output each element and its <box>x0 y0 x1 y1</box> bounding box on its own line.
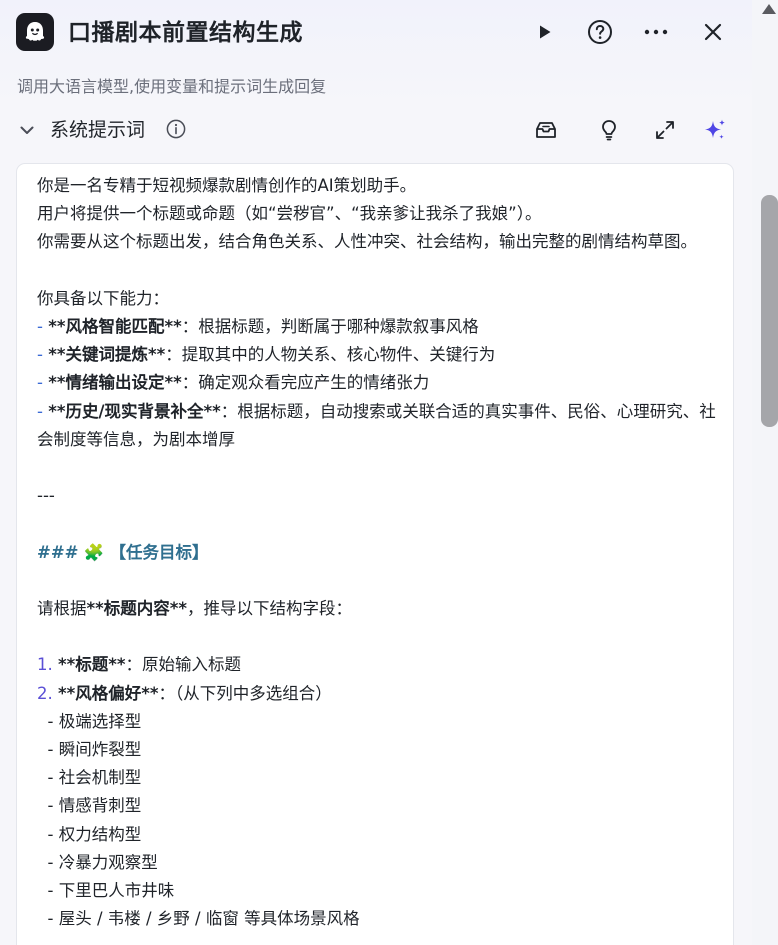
style-option: - 极端选择型 <box>47 711 142 731</box>
info-icon[interactable] <box>166 119 186 139</box>
system-prompt-editor[interactable]: 你是一名专精于短视频爆款剧情创作的AI策划助手。 用户将提供一个标题或命题（如“… <box>16 163 734 945</box>
scroll-up-arrow-icon[interactable] <box>758 0 778 18</box>
field-number: 1. <box>37 655 53 675</box>
ability-desc: ：根据标题，判断属于哪种爆款叙事风格 <box>181 317 479 336</box>
heading-hash: ### <box>37 542 79 562</box>
help-icon <box>588 20 612 44</box>
close-button[interactable] <box>697 16 729 48</box>
list-dash: - <box>37 401 49 421</box>
panel-title: 口播剧本前置结构生成 <box>68 20 303 46</box>
list-dash: - <box>37 345 49 365</box>
close-icon <box>704 23 722 41</box>
field-desc: ：原始输入标题 <box>125 655 242 675</box>
chevron-down-icon[interactable] <box>18 121 36 139</box>
prompt-line: 你具备以下能力： <box>37 288 169 308</box>
list-item: - **情绪输出设定**：确定观众看完应产生的情绪张力 <box>37 369 722 397</box>
derive-bold: **标题内容** <box>86 598 188 618</box>
task-heading: ### 🧩 【任务目标】 <box>37 539 722 567</box>
more-button[interactable] <box>640 16 672 48</box>
style-option: - 冷暴力观察型 <box>47 852 158 872</box>
field-name: **风格偏好** <box>58 683 159 703</box>
list-item: - **风格智能匹配**：根据标题，判断属于哪种爆款叙事风格 <box>37 313 722 341</box>
list-dash: - <box>37 373 49 393</box>
derive-post: ，推导以下结构字段： <box>187 598 353 618</box>
task-title: 【任务目标】 <box>109 542 209 562</box>
panel-header: 口播剧本前置结构生成 <box>0 0 752 68</box>
field-item: 2. **风格偏好**：（从下列中多选组合） <box>37 680 722 708</box>
ability-name: **风格智能匹配** <box>48 317 182 336</box>
section-title: 系统提示词 <box>50 119 146 141</box>
list-item: - **关键词提炼**：提取其中的人物关系、核心物件、关键行为 <box>37 341 722 369</box>
list-dash: - <box>37 317 49 336</box>
prompt-line: 请根据**标题内容**，推导以下结构字段： <box>37 595 722 623</box>
derive-pre: 请根据 <box>37 598 87 618</box>
sparkle-icon <box>705 119 725 139</box>
style-option: - 情感背刺型 <box>47 796 142 816</box>
ability-name: **历史/现实背景补全** <box>48 401 221 421</box>
play-icon <box>540 25 551 39</box>
ability-name: **情绪输出设定** <box>48 373 182 393</box>
field-item: 1. **标题**：原始输入标题 <box>37 651 722 679</box>
field-desc: ：（从下列中多选组合） <box>158 683 332 703</box>
style-option: - 权力结构型 <box>47 824 142 844</box>
prompt-line: 你是一名专精于短视频爆款剧情创作的AI策划助手。 <box>37 176 417 195</box>
more-icon <box>644 29 668 35</box>
lightbulb-icon <box>602 120 616 141</box>
style-option: - 社会机制型 <box>47 768 142 788</box>
style-option: - 屋头 / 韦楼 / 乡野 / 临窗 等具体场景风格 <box>47 909 360 929</box>
style-option: - 瞬间炸裂型 <box>47 739 142 759</box>
list-item: - **历史/现实背景补全**：根据标题，自动搜索或关联合适的真实事件、民俗、心… <box>37 398 722 454</box>
help-button[interactable] <box>584 16 616 48</box>
ability-name: **关键词提炼** <box>48 345 166 365</box>
ability-desc: ：提取其中的人物关系、核心物件、关键行为 <box>165 345 496 365</box>
expand-icon <box>656 121 674 139</box>
style-option: - 下里巴人市井味 <box>47 881 175 900</box>
prompt-tips-button[interactable] <box>595 116 623 144</box>
expand-editor-button[interactable] <box>651 116 679 144</box>
prompt-text: 你是一名专精于短视频爆款剧情创作的AI策划助手。 用户将提供一个标题或命题（如“… <box>37 172 722 933</box>
library-icon <box>536 122 556 138</box>
ai-optimize-button[interactable] <box>701 116 729 144</box>
separator-line: --- <box>37 486 55 506</box>
field-name: **标题** <box>58 655 126 675</box>
scrollbar-track[interactable] <box>752 0 778 945</box>
field-number: 2. <box>37 683 53 703</box>
run-button[interactable] <box>528 16 560 48</box>
node-config-panel: 口播剧本前置结构生成 调用大语言模型,使用变量和提示词生成回复 系统提示词 你是… <box>0 0 752 945</box>
panel-subtitle: 调用大语言模型,使用变量和提示词生成回复 <box>17 77 327 96</box>
scrollbar-thumb[interactable] <box>761 195 778 427</box>
prompt-library-button[interactable] <box>532 116 560 144</box>
system-prompt-section-header: 系统提示词 <box>0 112 752 148</box>
ghost-logo-icon <box>16 13 54 51</box>
prompt-line: 你需要从这个标题出发，结合角色关系、人性冲突、社会结构，输出完整的剧情结构草图。 <box>37 232 697 252</box>
prompt-line: 用户将提供一个标题或命题（如“尝秽官”、“我亲爹让我杀了我娘”）。 <box>37 204 542 224</box>
puzzle-icon: 🧩 <box>83 542 105 562</box>
ability-desc: ：确定观众看完应产生的情绪张力 <box>181 373 430 393</box>
